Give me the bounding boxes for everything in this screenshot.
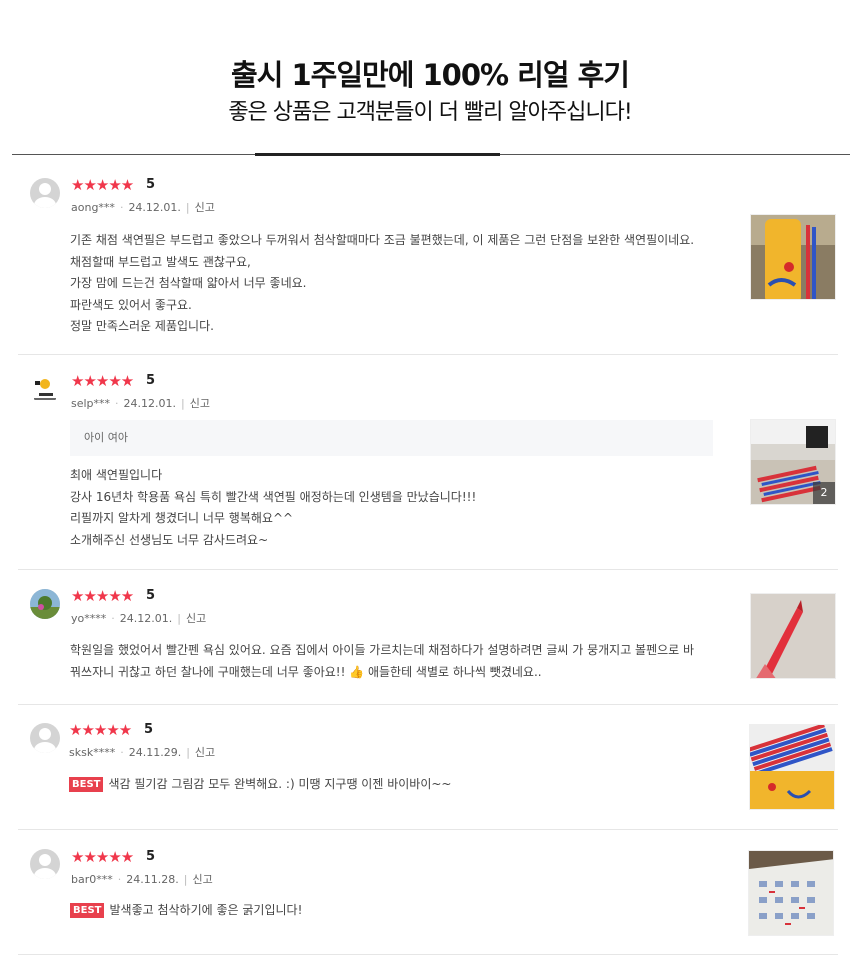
review-photo[interactable] xyxy=(749,724,835,810)
review-meta: bar0*** · 24.11.28. | 신고 xyxy=(71,873,213,886)
avatar xyxy=(30,178,60,208)
review-date: 24.11.28. xyxy=(126,873,179,886)
reviewer-name: yo**** xyxy=(71,612,107,625)
review-text: BEST 색감 필기감 그림감 모두 완벽해요. :) 미땡 지구땡 이젠 바이바… xyxy=(69,774,709,796)
review-text: 기존 채점 색연필은 부드럽고 좋았으나 두꺼워서 첨삭할때마다 조금 불편했는… xyxy=(70,230,710,338)
review-date: 24.12.01. xyxy=(128,201,181,214)
avatar xyxy=(30,374,60,404)
review-photo[interactable]: 2 xyxy=(750,419,836,505)
review-date: 24.12.01. xyxy=(119,612,173,625)
review-section-header: 출시 1주일만에 100% 리얼 후기 좋은 상품은 고객분들이 더 빨리 알아… xyxy=(0,0,860,160)
avatar xyxy=(30,723,60,753)
review-item: ★★★★★ 5 sksk**** · 24.11.29. | 신고 BEST 색감 필기감… xyxy=(18,705,838,830)
review-item: ★★★★★ 5 selp*** · 24.12.01. | 신고 아이 여아 최애 색연… xyxy=(18,355,838,570)
report-link[interactable]: 신고 xyxy=(195,201,215,214)
report-link[interactable]: 신고 xyxy=(195,746,215,759)
best-badge: BEST xyxy=(70,903,105,918)
review-item: ★★★★★ 5 aong*** · 24.12.01. | 신고 기존 채점 색연필은 … xyxy=(18,164,838,355)
review-item: ★★★★★ 5 yo**** · 24.12.01. | 신고 학원일을 했었어서 빨간… xyxy=(18,570,838,705)
page-subtitle: 좋은 상품은 고객분들이 더 빨리 알아주십니다! xyxy=(228,100,632,125)
review-meta: selp*** · 24.12.01. | 신고 xyxy=(71,397,210,410)
star-rating: ★★★★★ xyxy=(71,848,134,866)
review-option-box: 아이 여아 xyxy=(70,420,713,456)
star-rating: ★★★★★ xyxy=(71,176,134,194)
review-line: 정말 만족스러운 제품입니다. xyxy=(70,319,214,333)
review-date: 24.11.29. xyxy=(128,746,182,759)
review-line: 발색좋고 첨삭하기에 좋은 굵기입니다! xyxy=(109,903,303,917)
reviewer-name: bar0*** xyxy=(71,873,113,886)
review-line: 학원일을 했었어서 빨간펜 욕심 있어요. 요즘 집에서 아이들 가르치는데 채… xyxy=(70,643,695,657)
review-line: 강사 16년차 학용품 욕심 특히 빨간색 색연필 애정하는데 인생템을 만났습… xyxy=(70,489,477,504)
best-badge: BEST xyxy=(69,777,104,792)
reviewer-name: sksk**** xyxy=(69,746,116,759)
report-link[interactable]: 신고 xyxy=(192,873,212,886)
report-link[interactable]: 신고 xyxy=(190,397,210,410)
review-photo[interactable] xyxy=(750,593,836,679)
photo-count-badge: 2 xyxy=(813,482,835,504)
rating-score: 5 xyxy=(146,177,156,192)
review-photo[interactable] xyxy=(750,214,836,300)
avatar xyxy=(30,849,60,879)
page-title: 출시 1주일만에 100% 리얼 후기 xyxy=(231,58,630,92)
review-text: BEST 발색좋고 첨삭하기에 좋은 굵기입니다! xyxy=(70,900,710,922)
review-line: 소개해주신 선생님도 너무 감사드려요~ xyxy=(70,532,269,547)
star-rating: ★★★★★ xyxy=(71,587,134,605)
header-divider-accent xyxy=(255,153,500,156)
review-text: 학원일을 했었어서 빨간펜 욕심 있어요. 요즘 집에서 아이들 가르치는데 채… xyxy=(70,640,720,683)
review-meta: aong*** · 24.12.01. | 신고 xyxy=(71,201,215,214)
star-rating: ★★★★★ xyxy=(71,372,134,390)
rating-score: 5 xyxy=(146,849,156,864)
review-date: 24.12.01. xyxy=(123,397,177,410)
avatar xyxy=(30,589,60,619)
rating-score: 5 xyxy=(144,722,154,737)
rating-score: 5 xyxy=(146,588,156,603)
report-link[interactable]: 신고 xyxy=(186,612,206,625)
review-line: 기존 채점 색연필은 부드럽고 좋았으나 두꺼워서 첨삭할때마다 조금 불편했는… xyxy=(70,233,695,247)
review-meta: yo**** · 24.12.01. | 신고 xyxy=(71,612,207,625)
review-text: 최애 색연필입니다 강사 16년차 학용품 욕심 특히 빨간색 색연필 애정하는… xyxy=(70,465,710,551)
star-rating: ★★★★★ xyxy=(69,721,132,739)
review-photo[interactable] xyxy=(748,850,834,936)
review-meta: sksk**** · 24.11.29. | 신고 xyxy=(69,746,216,759)
review-line: 색감 필기감 그림감 모두 완벽해요. :) 미땡 지구땡 이젠 바이바이~~ xyxy=(108,777,452,791)
review-line: 리필까지 알차게 챙겼더니 너무 행복해요^^ xyxy=(70,511,294,525)
review-line: 채점할때 부드럽고 발색도 괜찮구요, xyxy=(70,254,251,269)
review-line: 가장 맘에 드는건 첨삭할때 얇아서 너무 좋네요. xyxy=(70,276,307,290)
reviewer-name: aong*** xyxy=(71,201,115,214)
review-item: ★★★★★ 5 bar0*** · 24.11.28. | 신고 BEST 발색좋고 첨삭… xyxy=(18,830,838,955)
review-line: 꿔쓰자니 귀찮고 하던 찰나에 구매했는데 너무 좋아요!! 👍 애들한테 색별… xyxy=(70,664,542,679)
review-line: 최애 색연필입니다 xyxy=(70,468,163,482)
rating-score: 5 xyxy=(146,373,156,388)
review-line: 파란색도 있어서 좋구요. xyxy=(70,297,192,312)
reviewer-name: selp*** xyxy=(71,397,111,410)
